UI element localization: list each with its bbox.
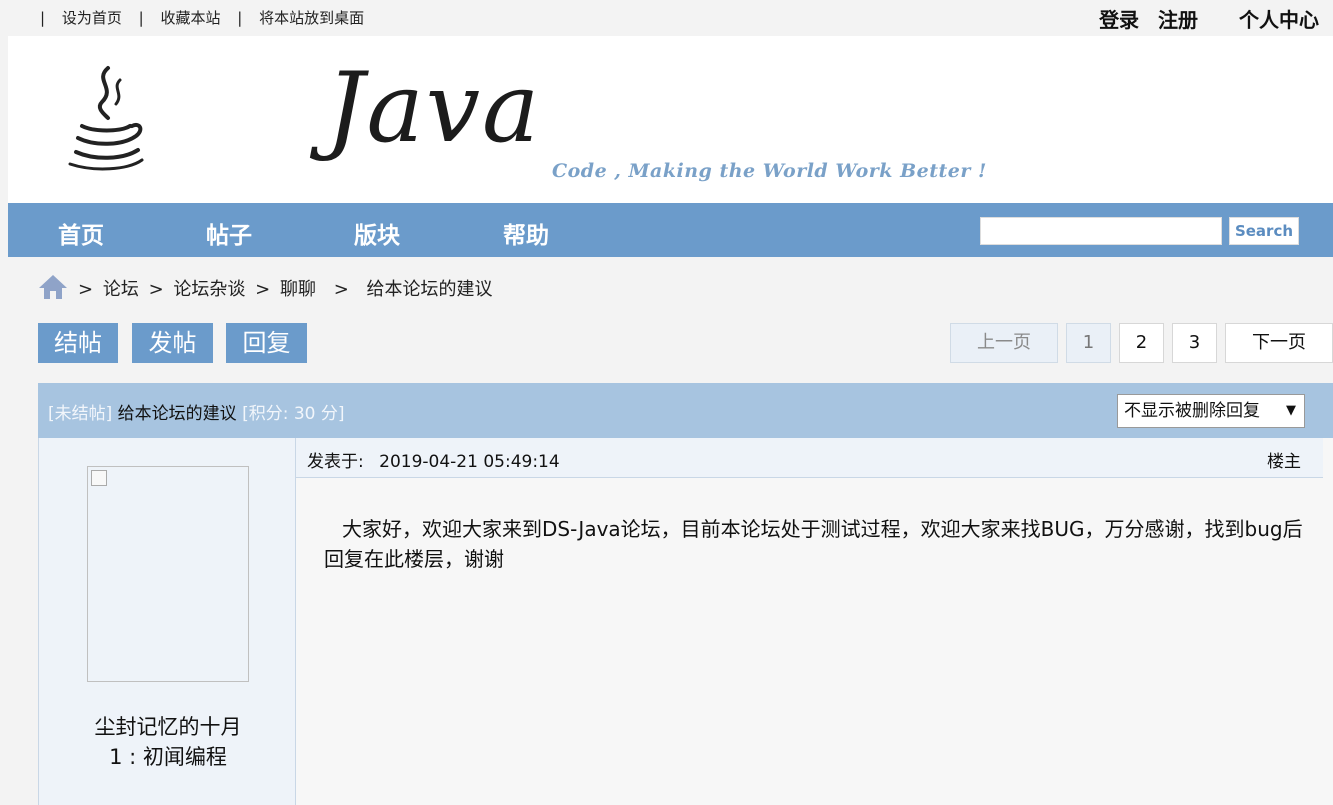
nav-help[interactable]: 帮助 <box>503 216 549 250</box>
top-bar: | 设为首页 | 收藏本站 | 将本站放到桌面 登录 注册 个人中心 <box>0 0 1333 36</box>
user-links: 登录 注册 个人中心 <box>1087 4 1319 33</box>
post-meta-bar: 发表于: 2019-04-21 05:49:14 楼主 <box>296 438 1323 478</box>
author-rank: 1 : 初闻编程 <box>109 745 227 769</box>
post-body: 大家好，欢迎大家来到DS-Java论坛，目前本论坛处于测试过程，欢迎大家来找BU… <box>324 517 1303 571</box>
desktop-shortcut-link[interactable]: 将本站放到桌面 <box>259 7 364 28</box>
search-button[interactable]: Search <box>1229 217 1299 245</box>
filter-selected-value: 不显示被删除回复 <box>1124 401 1260 421</box>
breadcrumb-separator: > <box>255 279 271 300</box>
new-post-button[interactable]: 发帖 <box>132 323 213 363</box>
prev-page-button[interactable]: 上一页 <box>950 323 1058 363</box>
main-nav: 首页 帖子 版块 帮助 Search <box>8 203 1333 257</box>
java-cup-icon <box>68 66 144 171</box>
breadcrumb-misc[interactable]: 论坛杂谈 <box>173 279 245 300</box>
top-links: | 设为首页 | 收藏本站 | 将本站放到桌面 <box>40 7 376 28</box>
thread-header: [未结帖] 给本论坛的建议 [积分: 30 分] 不显示被删除回复 ▼ <box>38 383 1333 438</box>
close-thread-button[interactable]: 结帖 <box>38 323 118 363</box>
breadcrumb-trail: > 论坛 > 论坛杂谈 > 聊聊 > 给本论坛的建议 <box>78 275 497 301</box>
thread-status: [未结帖] <box>48 404 113 424</box>
java-wordmark: Java <box>326 52 542 164</box>
post-content-panel: 发表于: 2019-04-21 05:49:14 楼主 大家好，欢迎大家来到DS… <box>296 438 1333 805</box>
breadcrumb-chat[interactable]: 聊聊 <box>280 279 316 300</box>
bookmark-link[interactable]: 收藏本站 <box>160 7 220 28</box>
thread-title-line: [未结帖] 给本论坛的建议 [积分: 30 分] <box>48 399 345 424</box>
breadcrumb-separator: > <box>78 279 94 300</box>
page-3-button[interactable]: 3 <box>1172 323 1217 363</box>
breadcrumb-separator: > <box>333 279 349 300</box>
profile-link[interactable]: 个人中心 <box>1239 4 1319 33</box>
next-page-button[interactable]: 下一页 <box>1225 323 1333 363</box>
breadcrumb-separator: > <box>148 279 164 300</box>
home-icon[interactable] <box>38 274 68 300</box>
page-2-button[interactable]: 2 <box>1119 323 1164 363</box>
site-slogan: Code , Making the World Work Better ! <box>552 160 987 182</box>
reply-button[interactable]: 回复 <box>226 323 307 363</box>
post-date: 发表于: 2019-04-21 05:49:14 <box>307 447 560 472</box>
register-link[interactable]: 注册 <box>1158 4 1198 33</box>
breadcrumb-current: 给本论坛的建议 <box>366 279 493 300</box>
post-author-panel: 尘封记忆的十月 1 : 初闻编程 <box>38 438 296 805</box>
top-separator: | <box>237 9 243 27</box>
post-floor-label: 楼主 <box>1267 452 1301 472</box>
top-separator: | <box>40 9 46 27</box>
thread-title: 给本论坛的建议 <box>117 404 237 424</box>
nav-home[interactable]: 首页 <box>58 216 104 250</box>
broken-image-icon <box>91 470 107 486</box>
breadcrumb-forum[interactable]: 论坛 <box>103 279 139 300</box>
top-separator: | <box>138 9 144 27</box>
avatar[interactable] <box>87 466 249 682</box>
author-name[interactable]: 尘封记忆的十月 <box>39 711 297 741</box>
site-banner: Java Code , Making the World Work Better… <box>8 36 1333 203</box>
deleted-replies-filter-select[interactable]: 不显示被删除回复 ▼ <box>1117 394 1305 428</box>
set-homepage-link[interactable]: 设为首页 <box>62 7 122 28</box>
nav-posts[interactable]: 帖子 <box>206 216 252 250</box>
post-date-label: 发表于: <box>307 452 364 472</box>
thread-points: [积分: 30 分] <box>242 404 345 424</box>
nav-boards[interactable]: 版块 <box>354 216 400 250</box>
page-1-button[interactable]: 1 <box>1066 323 1111 363</box>
post-date-value: 2019-04-21 05:49:14 <box>379 452 560 472</box>
dropdown-caret-icon: ▼ <box>1286 403 1296 418</box>
login-link[interactable]: 登录 <box>1099 4 1139 33</box>
search-input[interactable] <box>980 217 1222 245</box>
